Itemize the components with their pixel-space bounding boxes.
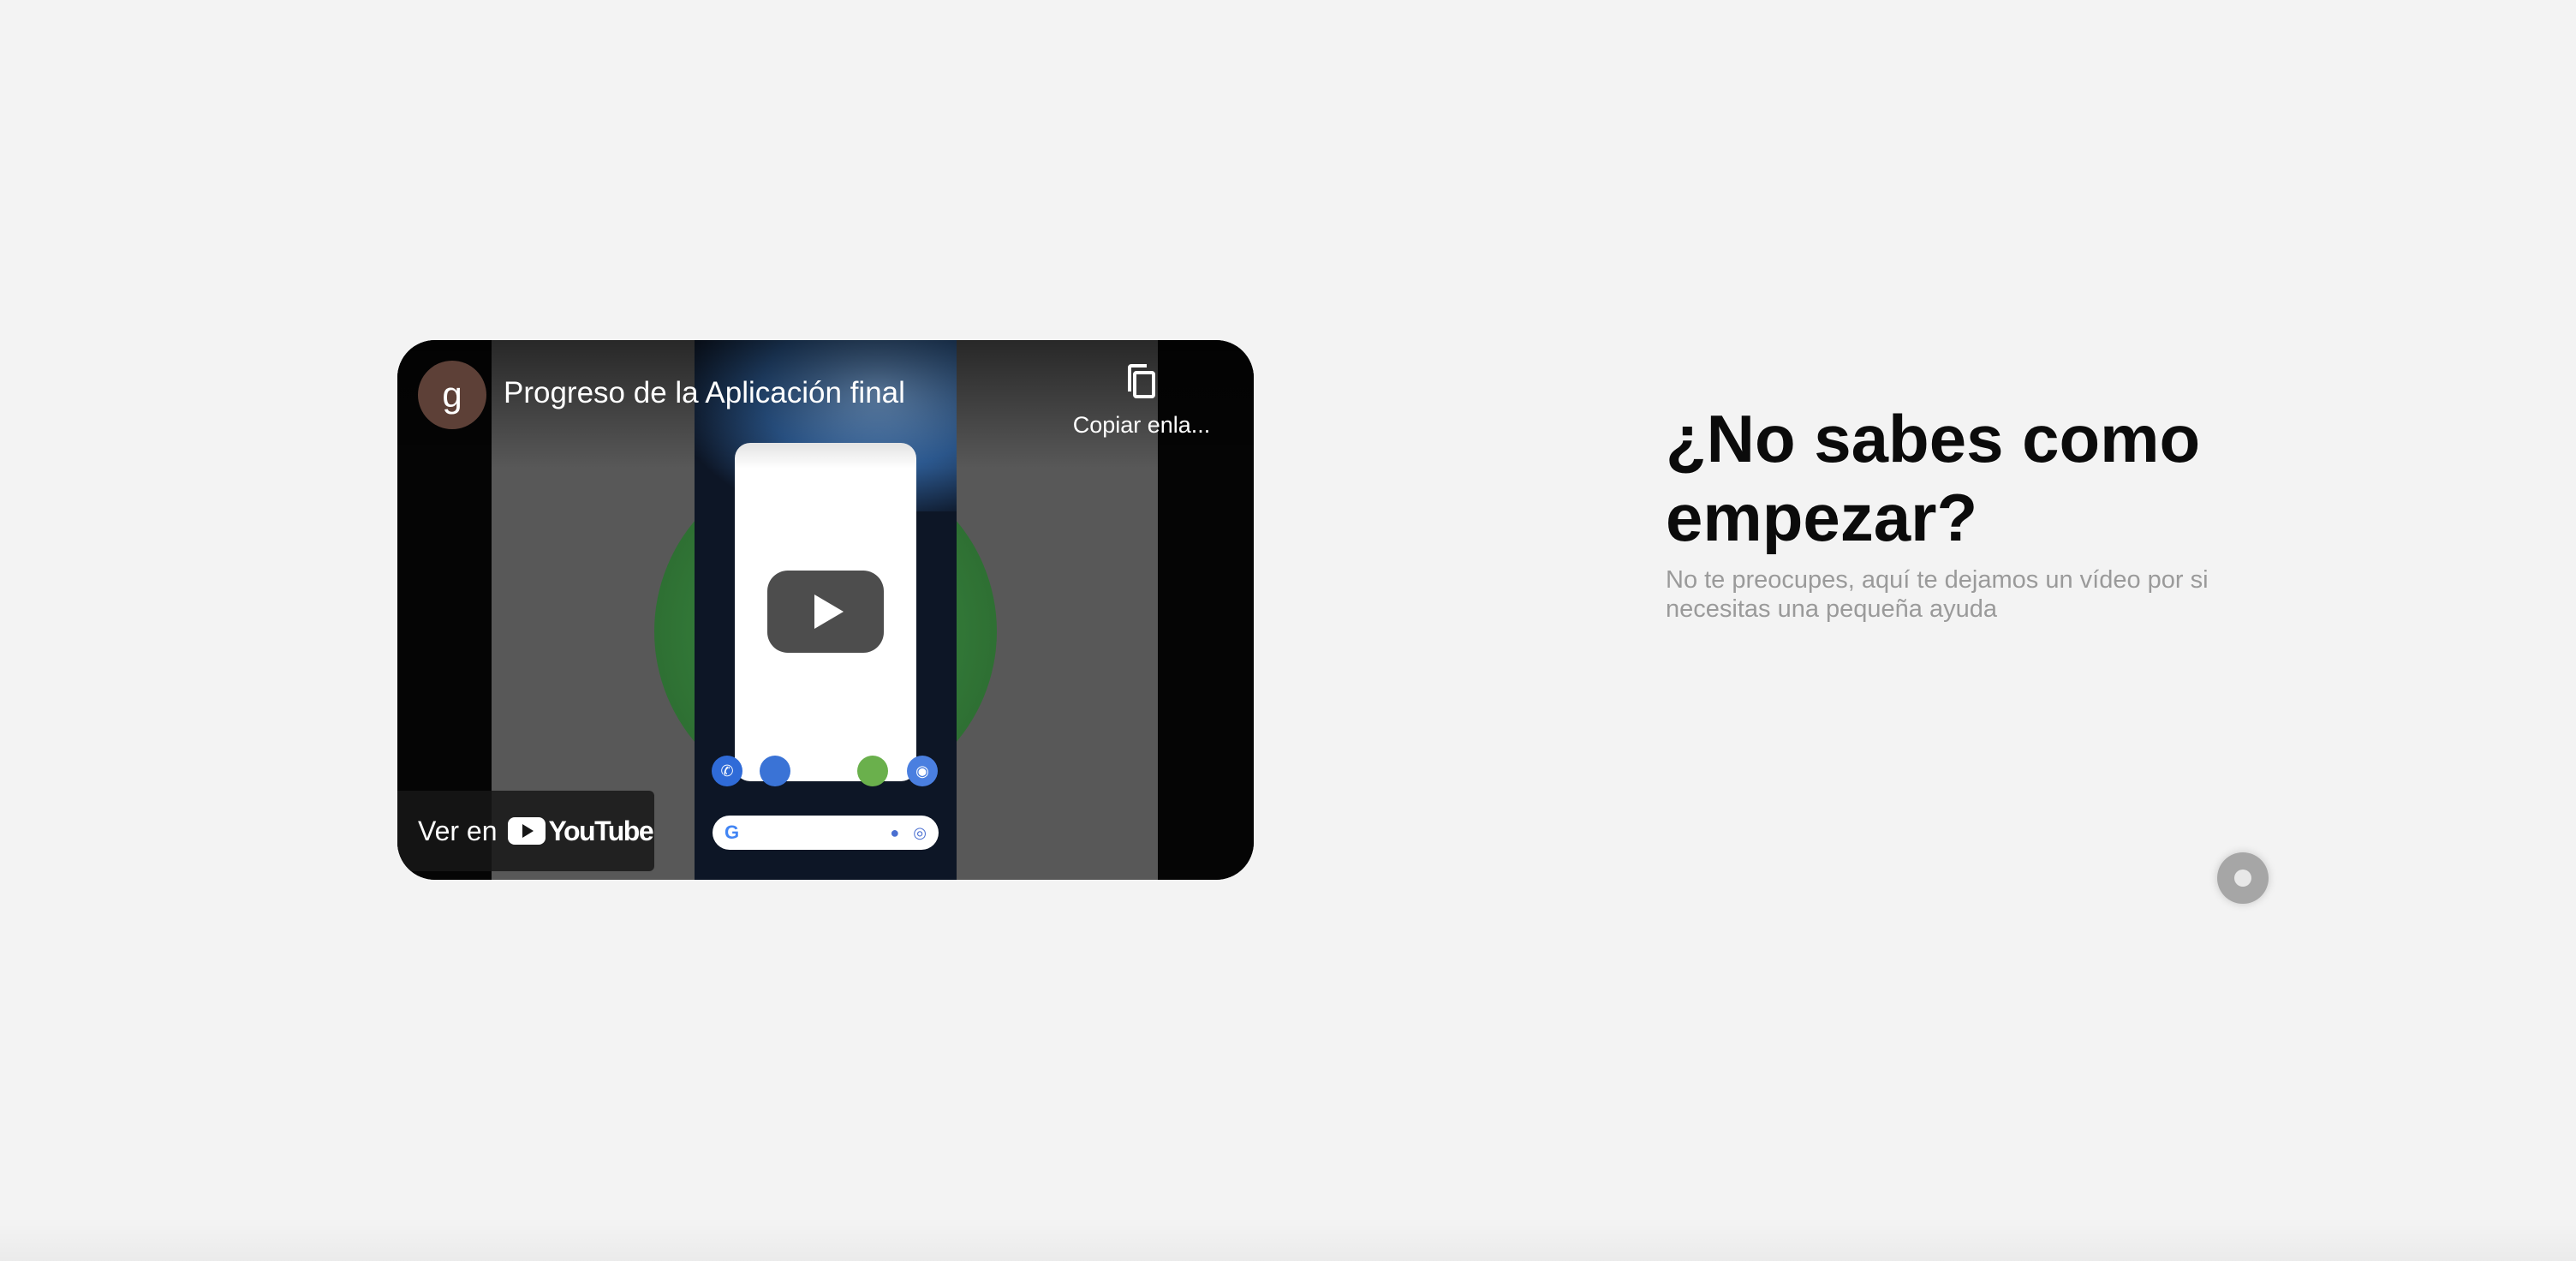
youtube-wordmark: YouTube bbox=[548, 815, 654, 846]
watch-on-youtube-button[interactable]: Ver en YouTube bbox=[397, 791, 654, 871]
lens-icon: ◎ bbox=[913, 823, 927, 841]
channel-initial: g bbox=[442, 374, 462, 415]
copy-link-label: Copiar enla... bbox=[1072, 412, 1211, 438]
channel-avatar[interactable]: g bbox=[418, 361, 486, 429]
watch-on-label: Ver en bbox=[418, 815, 498, 846]
phone-dialer-icon: ✆ bbox=[712, 756, 742, 786]
record-dot-icon bbox=[2234, 870, 2251, 887]
page-bottom-shade bbox=[0, 1223, 2576, 1261]
youtube-play-icon bbox=[507, 817, 546, 845]
youtube-logo: YouTube bbox=[507, 815, 654, 847]
phone-search-bar: G ● ◎ bbox=[713, 816, 939, 850]
play-icon bbox=[814, 595, 844, 629]
floating-action-button[interactable] bbox=[2217, 852, 2269, 904]
phone-chrome-icon bbox=[857, 756, 888, 786]
phone-messages-icon bbox=[760, 756, 790, 786]
video-title[interactable]: Progreso de la Aplicación final bbox=[504, 376, 905, 410]
phone-camera-icon: ◉ bbox=[907, 756, 938, 786]
copy-link-button[interactable]: Copiar enla... bbox=[1069, 362, 1214, 439]
youtube-video-embed[interactable]: ✆ ◉ G ● ◎ g Progreso de la Aplicación fi… bbox=[397, 340, 1254, 880]
microphone-icon: ● bbox=[890, 823, 900, 841]
play-button[interactable] bbox=[767, 571, 884, 653]
google-g-icon: G bbox=[724, 822, 740, 843]
section-heading: ¿No sabes como empezar? bbox=[1666, 401, 2201, 555]
copy-icon bbox=[1128, 364, 1155, 398]
section-subtitle: No te preocupes, aquí te dejamos un víde… bbox=[1666, 566, 2209, 623]
